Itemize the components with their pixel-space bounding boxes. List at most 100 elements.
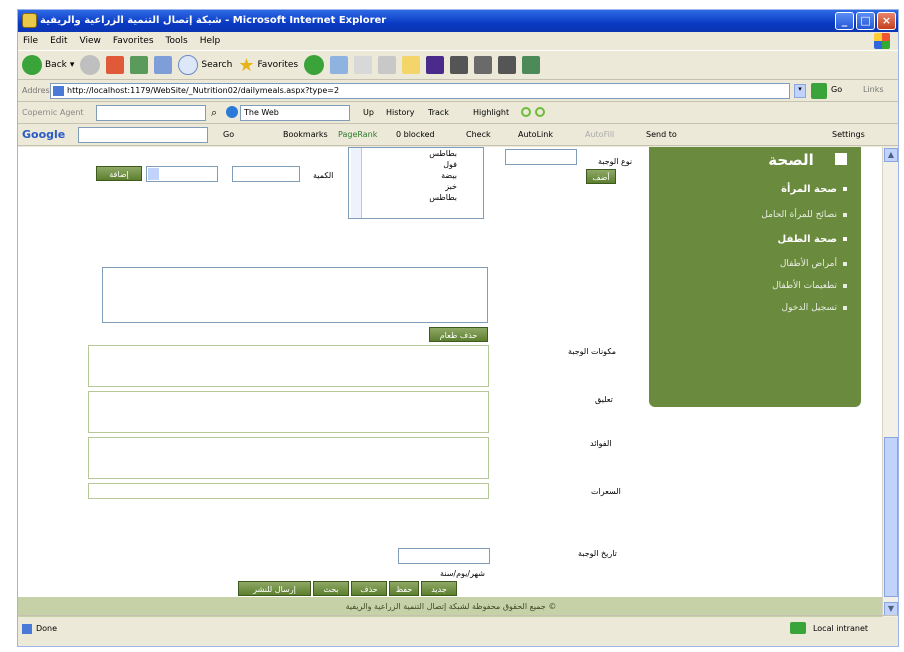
page-icon [53, 86, 64, 96]
tool-button-4[interactable] [522, 56, 541, 74]
google-search-input[interactable] [78, 127, 208, 143]
scroll-thumb[interactable] [884, 437, 898, 597]
globe-icon [226, 106, 238, 118]
windows-logo-icon [874, 33, 890, 49]
quantity-input[interactable] [232, 166, 300, 182]
send-to-button[interactable]: Send to [646, 130, 677, 139]
refresh-button[interactable] [130, 56, 149, 74]
track-button[interactable]: Track [428, 108, 449, 117]
title-bar: شبكة إتصال التنمية الزراعية والريفية - M… [18, 10, 898, 32]
star-icon: ★ [238, 54, 255, 76]
delete-button[interactable]: حذف [351, 581, 387, 596]
up-button[interactable]: Up [363, 108, 374, 117]
spellcheck-button[interactable]: Check [466, 130, 491, 139]
sidebar-item-women-health[interactable]: صحة المرأة [781, 184, 847, 195]
autolink-button[interactable]: AutoLink [518, 130, 553, 139]
calories-label: السعرات [591, 487, 621, 496]
pagerank-indicator[interactable]: PageRank [338, 130, 377, 139]
tool-button-3[interactable] [498, 56, 517, 74]
menu-help[interactable]: Help [200, 36, 221, 46]
folder-button[interactable] [402, 56, 421, 74]
tool-button-2[interactable] [474, 56, 493, 74]
scroll-down-icon[interactable]: ▼ [884, 602, 898, 616]
favorites-button[interactable]: ★ Favorites [238, 55, 298, 76]
address-bar: Address http://localhost:1179/WebSite/_N… [18, 80, 898, 102]
stop-button[interactable] [106, 56, 125, 74]
next-icon[interactable] [535, 107, 545, 117]
print-button[interactable] [378, 56, 397, 74]
add-meal-type-button[interactable]: أضف [586, 169, 616, 184]
tool-button-1[interactable] [450, 56, 469, 74]
meal-type-input[interactable] [505, 149, 577, 165]
browser-window: شبكة إتصال التنمية الزراعية والريفية - M… [17, 9, 899, 647]
meal-components-textarea[interactable] [102, 267, 488, 323]
history-button[interactable] [330, 56, 349, 74]
home-button[interactable] [154, 56, 173, 74]
benefits-textarea[interactable] [88, 437, 489, 479]
bullet-icon [843, 283, 847, 288]
address-dropdown-button[interactable]: ▾ [794, 84, 806, 98]
food-item[interactable]: بطاطس [349, 192, 457, 203]
google-logo[interactable]: Google [22, 128, 65, 141]
search-icon[interactable]: ⌕ [211, 106, 217, 120]
history-button[interactable]: History [386, 108, 414, 117]
settings-button[interactable]: Settings [832, 130, 865, 139]
highlight-button[interactable]: Highlight [473, 108, 509, 117]
links-button[interactable]: Links [863, 85, 884, 94]
food-item[interactable]: بطاطس [349, 148, 457, 159]
menu-file[interactable]: File [23, 36, 38, 46]
prev-icon[interactable] [521, 107, 531, 117]
save-button[interactable]: حفظ [389, 581, 419, 596]
bullet-icon [843, 187, 847, 191]
listbox-scrollbar[interactable] [351, 148, 362, 218]
food-listbox[interactable]: بطاطس فول بيضة خبز بطاطس [348, 147, 484, 219]
benefits-label: الفوائد [590, 439, 612, 448]
close-button[interactable]: × [877, 12, 896, 30]
sidebar-item-vaccinations[interactable]: تطعيمات الأطفال [772, 281, 847, 291]
sidebar-item-login[interactable]: تسجيل الدخول [782, 303, 847, 313]
menu-view[interactable]: View [80, 36, 101, 46]
delete-food-button[interactable]: حذف طعام [429, 327, 488, 342]
go-button[interactable]: Go [831, 85, 842, 94]
minimize-button[interactable]: _ [835, 12, 854, 30]
copernic-search-input[interactable] [96, 105, 206, 121]
publish-button[interactable]: إرسال للنشر [238, 581, 311, 596]
meal-components-box[interactable] [88, 345, 489, 387]
sidebar-item-pregnancy-tips[interactable]: نصائح للمرأة الحامل [761, 210, 847, 220]
food-item[interactable]: بيضة [349, 170, 457, 181]
maximize-button[interactable]: □ [856, 12, 875, 30]
back-button[interactable]: Back ▾ [22, 55, 74, 75]
go-arrow-icon[interactable] [811, 83, 827, 99]
sidebar-item-child-health[interactable]: صحة الطفل [778, 234, 847, 245]
mail-button[interactable] [354, 56, 373, 74]
calories-input[interactable] [88, 483, 489, 499]
search-scope-select[interactable]: The Web [240, 105, 350, 121]
meal-date-input[interactable] [398, 548, 490, 564]
menu-edit[interactable]: Edit [50, 36, 67, 46]
search-button[interactable]: Search [178, 55, 232, 75]
unit-select[interactable] [146, 166, 218, 182]
notes-textarea[interactable] [88, 391, 489, 433]
forward-button[interactable] [80, 55, 101, 75]
google-toolbar: Google Go Bookmarks PageRank 0 blocked C… [18, 124, 898, 146]
food-item[interactable]: خبز [349, 181, 457, 192]
google-go-button[interactable]: Go [223, 130, 234, 139]
autofill-button[interactable]: AutoFill [585, 130, 614, 139]
new-button[interactable]: جديد [421, 581, 457, 596]
menu-tools[interactable]: Tools [166, 36, 188, 46]
food-item[interactable]: فول [349, 159, 457, 170]
standard-toolbar: Back ▾ Search ★ Favorites [18, 50, 898, 80]
sidebar-item-child-diseases[interactable]: أمراض الأطفال [780, 259, 847, 269]
popup-blocker-button[interactable]: 0 blocked [396, 130, 435, 139]
add-item-button[interactable]: إضافة [96, 166, 142, 181]
bookmarks-button[interactable]: Bookmarks [283, 130, 328, 139]
search-button[interactable]: بحث [313, 581, 349, 596]
scroll-up-icon[interactable]: ▲ [884, 148, 898, 162]
messenger-button[interactable] [426, 56, 445, 74]
menu-favorites[interactable]: Favorites [113, 36, 154, 46]
media-button[interactable] [304, 55, 325, 75]
address-input[interactable]: http://localhost:1179/WebSite/_Nutrition… [50, 83, 790, 99]
status-bar: Done Local intranet [18, 615, 898, 646]
page-scrollbar[interactable]: ▲ ▼ [882, 147, 898, 617]
bullet-icon [843, 305, 847, 310]
